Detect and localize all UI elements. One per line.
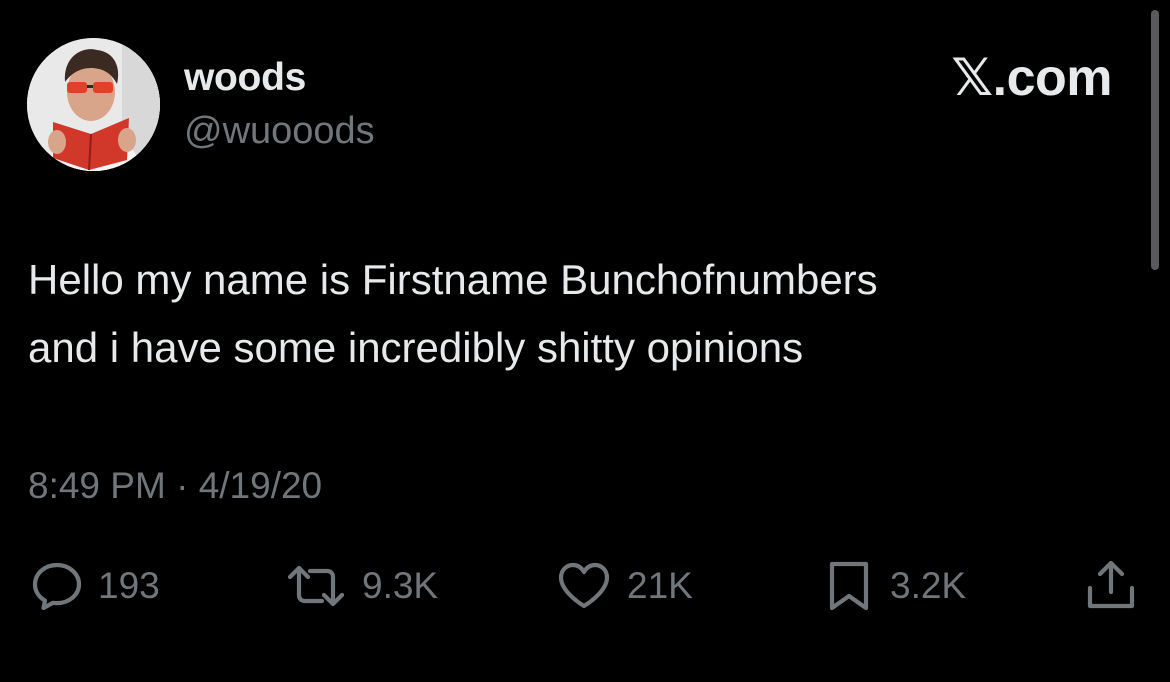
reply-count: 193 xyxy=(98,565,160,606)
display-name[interactable]: woods xyxy=(184,54,306,102)
tweet-meta: 8:49 PM · 4/19/20 xyxy=(28,462,322,510)
share-icon xyxy=(1082,558,1140,614)
x-logo-glyph: 𝕏 xyxy=(951,48,993,108)
action-bar: 193 9.3K 21K 3.2K xyxy=(0,558,1170,614)
brand-watermark: 𝕏.com xyxy=(951,48,1112,108)
user-handle[interactable]: @wuooods xyxy=(184,108,375,154)
repost-icon xyxy=(284,559,348,613)
tweet-text: Hello my name is Firstname Bunchofnumber… xyxy=(28,246,1128,382)
bookmark-icon xyxy=(822,559,876,613)
like-count: 21K xyxy=(627,565,693,606)
reply-icon xyxy=(30,559,84,613)
avatar[interactable] xyxy=(27,38,160,171)
reply-button[interactable]: 193 xyxy=(30,558,160,614)
tweet-text-line: and i have some incredibly shitty opinio… xyxy=(28,324,804,371)
repost-count: 9.3K xyxy=(362,565,439,606)
scrollbar[interactable] xyxy=(1151,10,1159,270)
brand-suffix: .com xyxy=(992,49,1113,107)
share-button[interactable] xyxy=(1082,558,1140,614)
tweet-text-line: Hello my name is Firstname Bunchofnumber… xyxy=(28,256,878,303)
heart-icon xyxy=(555,559,613,613)
avatar-photo xyxy=(27,38,160,171)
tweet-date[interactable]: 4/19/20 xyxy=(199,465,322,506)
bookmark-count: 3.2K xyxy=(890,565,967,606)
repost-button[interactable]: 9.3K xyxy=(284,558,438,614)
tweet-time[interactable]: 8:49 PM xyxy=(28,465,166,506)
meta-separator: · xyxy=(176,465,189,506)
bookmark-button[interactable]: 3.2K xyxy=(822,558,966,614)
like-button[interactable]: 21K xyxy=(555,558,693,614)
